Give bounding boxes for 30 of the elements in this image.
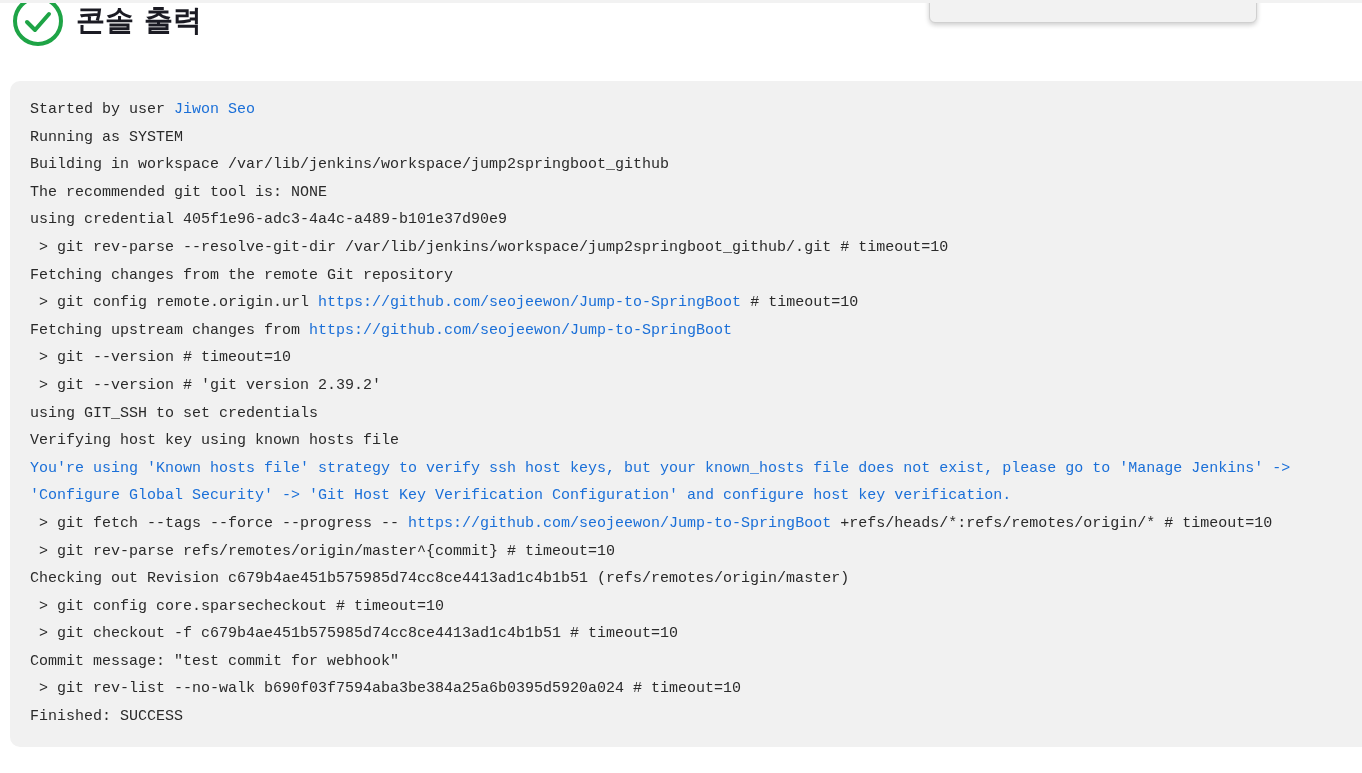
- console-line: > git rev-parse refs/remotes/origin/master^{commit} # timeout=10: [38, 541, 617, 562]
- console-link[interactable]: https://github.com/seojeewon/Jump-to-SpringBoot: [309, 321, 733, 339]
- console-link[interactable]: https://github.com/seojeewon/Jump-to-SpringBoot: [318, 294, 742, 312]
- console-text: # timeout=10: [749, 294, 859, 312]
- console-text: > git fetch --tags --force --progress --: [38, 514, 401, 532]
- console-line: using credential 405f1e96-adc3-4a4c-a489-b101e37d90e9: [30, 210, 509, 231]
- console-link[interactable]: Jiwon Seo: [174, 101, 256, 118]
- console-line: using GIT_SSH to set credentials: [30, 403, 320, 424]
- warning-line: You're using 'Known hosts file' strategy to verify ssh host keys, but your known_hosts file does not exist, please go to 'Manage Jenkins' ->: [30, 458, 1292, 479]
- console-line: > git --version # 'git version 2.39.2': [38, 375, 383, 396]
- console-line: > git config core.sparsecheckout # timeout=10: [38, 596, 446, 617]
- console-line: > git rev-parse --resolve-git-dir /var/lib/jenkins/workspace/jump2springboot_github/.git # timeout=10: [38, 237, 950, 258]
- console-line: Building in workspace /var/lib/jenkins/workspace/jump2springboot_github: [30, 155, 671, 176]
- console-line: > git checkout -f c679b4ae451b575985d74cc8ce4413ad1c4b1b51 # timeout=10: [38, 624, 680, 645]
- console-text: +refs/heads/*:refs/remotes/origin/* # timeout=10: [839, 514, 1273, 532]
- console-line: Finished: SUCCESS: [30, 707, 185, 728]
- console-line: Checking out Revision c679b4ae451b575985d74cc8ce4413ad1c4b1b51 (refs/remotes/origin/master): [30, 569, 851, 590]
- console-text: Fetching upstream changes from: [30, 321, 302, 339]
- console-text: > git config remote.origin.url: [38, 294, 311, 312]
- console-line: > git rev-list --no-walk b690f03f7594aba3be384a25a6b0395d5920a024 # timeout=10: [38, 679, 743, 700]
- console-line: > git --version # timeout=10: [38, 348, 293, 369]
- warning-line: 'Configure Global Security' -> 'Git Host Key Verification Configuration' and configure host key verification.: [30, 486, 1013, 507]
- console-link[interactable]: https://github.com/seojeewon/Jump-to-SpringBoot: [408, 514, 832, 532]
- console-text: Started by user: [30, 101, 167, 118]
- console-line: Fetching changes from the remote Git repository: [30, 265, 455, 286]
- page-title: 콘솔 출력: [76, 3, 203, 39]
- console-line: The recommended git tool is: NONE: [30, 182, 329, 203]
- console-line: Running as SYSTEM: [30, 127, 185, 148]
- console-line: Verifying host key using known hosts file: [30, 431, 401, 452]
- console-line: Commit message: "test commit for webhook": [30, 651, 401, 672]
